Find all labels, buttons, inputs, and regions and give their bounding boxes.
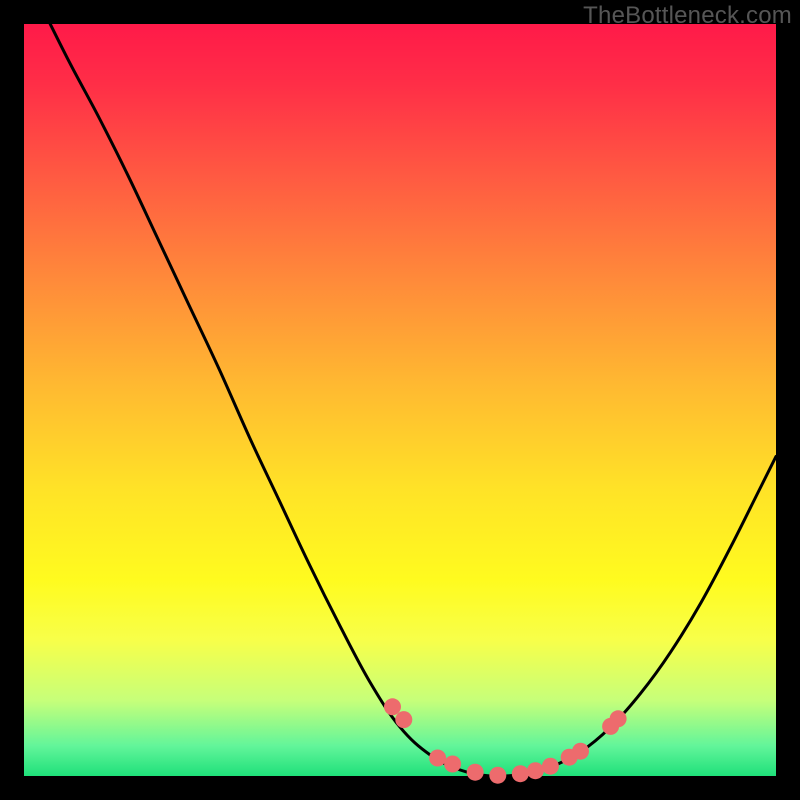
marker-point — [610, 710, 627, 727]
marker-point — [542, 758, 559, 775]
watermark-text: TheBottleneck.com — [583, 2, 792, 30]
chart-container: TheBottleneck.com — [0, 0, 800, 800]
marker-point — [512, 765, 529, 782]
marker-point — [384, 698, 401, 715]
curve-svg — [24, 24, 776, 776]
marker-point — [467, 764, 484, 781]
marker-point — [572, 743, 589, 760]
bottleneck-curve — [39, 1, 776, 776]
marker-point — [444, 756, 461, 773]
marker-group — [384, 698, 627, 783]
marker-point — [429, 750, 446, 767]
marker-point — [395, 711, 412, 728]
marker-point — [489, 767, 506, 784]
marker-point — [527, 762, 544, 779]
